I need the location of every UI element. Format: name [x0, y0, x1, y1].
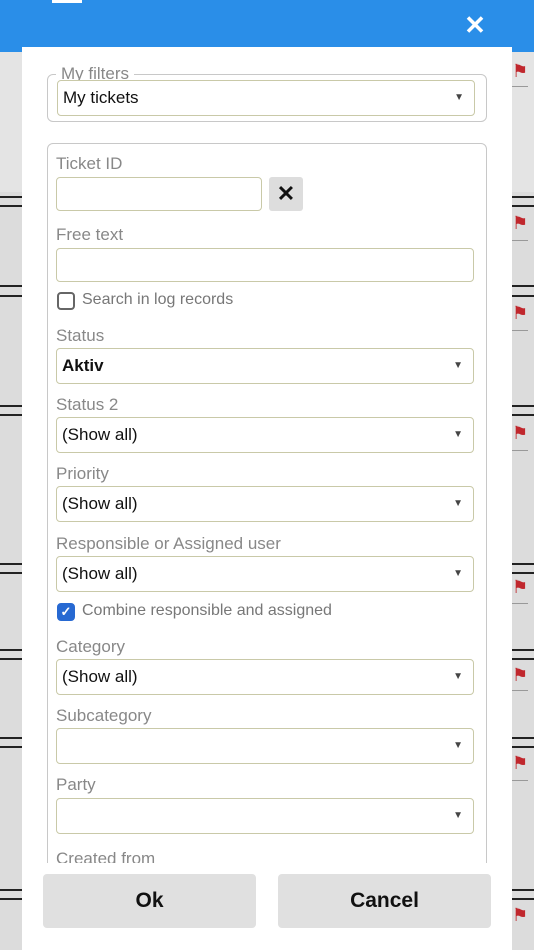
combine-checkbox[interactable]: ✓	[57, 603, 75, 621]
close-icon[interactable]: ✕	[460, 10, 490, 40]
status2-label: Status 2	[56, 395, 119, 414]
flag-icon: ⚑	[512, 423, 529, 443]
dialog-footer: Ok Cancel	[22, 863, 512, 950]
my-filters-select[interactable]: My tickets ▼	[57, 80, 475, 116]
chevron-down-icon: ▼	[453, 568, 463, 579]
priority-select[interactable]: (Show all) ▼	[56, 486, 474, 522]
responsible-select[interactable]: (Show all) ▼	[56, 556, 474, 592]
chevron-down-icon: ▼	[453, 671, 463, 682]
chevron-down-icon: ▼	[453, 429, 463, 440]
flag-icon: ⚑	[512, 905, 529, 925]
priority-value: (Show all)	[62, 494, 138, 513]
status-label: Status	[56, 326, 105, 345]
flag-icon: ⚑	[512, 665, 529, 685]
chevron-down-icon: ▼	[453, 740, 463, 751]
category-label: Category	[56, 637, 125, 656]
background-flag-underline	[512, 450, 528, 451]
dialog-header: ✕	[22, 4, 512, 47]
subcategory-label: Subcategory	[56, 706, 152, 725]
flag-icon: ⚑	[512, 61, 529, 81]
background-flag-underline	[512, 86, 528, 87]
chevron-down-icon: ▼	[453, 810, 463, 821]
flag-icon: ⚑	[512, 303, 529, 323]
my-filters-value: My tickets	[63, 88, 139, 107]
filter-dialog: ✕ My filters My tickets ▼ Ticket ID ✕ Fr…	[22, 4, 512, 950]
status-select[interactable]: Aktiv ▼	[56, 348, 474, 384]
flag-icon: ⚑	[512, 753, 529, 773]
combine-label: Combine responsible and assigned	[82, 602, 332, 619]
category-value: (Show all)	[62, 667, 138, 686]
ticket-id-label: Ticket ID	[56, 154, 123, 173]
responsible-label: Responsible or Assigned user	[56, 534, 281, 553]
party-select[interactable]: ▼	[56, 798, 474, 834]
subcategory-select[interactable]: ▼	[56, 728, 474, 764]
search-log-label: Search in log records	[82, 291, 234, 308]
cancel-button[interactable]: Cancel	[278, 874, 491, 928]
free-text-input[interactable]	[56, 248, 474, 282]
free-text-label: Free text	[56, 225, 124, 244]
party-label: Party	[56, 775, 96, 794]
background-flag-underline	[512, 330, 528, 331]
priority-label: Priority	[56, 464, 109, 483]
clear-ticket-id-button[interactable]: ✕	[269, 177, 303, 211]
status2-value: (Show all)	[62, 425, 138, 444]
search-log-checkbox[interactable]	[57, 292, 75, 310]
background-menu-icon	[52, 0, 82, 3]
responsible-value: (Show all)	[62, 564, 138, 583]
background-flag-underline	[512, 240, 528, 241]
my-filters-group: My filters My tickets ▼	[47, 64, 487, 122]
background-flag-underline	[512, 780, 528, 781]
chevron-down-icon: ▼	[453, 498, 463, 509]
category-select[interactable]: (Show all) ▼	[56, 659, 474, 695]
background-flag-underline	[512, 690, 528, 691]
flag-icon: ⚑	[512, 213, 529, 233]
chevron-down-icon: ▼	[453, 360, 463, 371]
status2-select[interactable]: (Show all) ▼	[56, 417, 474, 453]
background-flag-underline	[512, 603, 528, 604]
ok-button[interactable]: Ok	[43, 874, 256, 928]
flag-icon: ⚑	[512, 577, 529, 597]
ticket-id-input[interactable]	[56, 177, 262, 211]
filter-form[interactable]: My filters My tickets ▼ Ticket ID ✕ Free…	[22, 47, 512, 863]
status-value: Aktiv	[62, 356, 104, 375]
filter-criteria-group: Ticket ID ✕ Free text Search in log reco…	[47, 143, 487, 863]
created-from-label: Created from	[56, 849, 156, 863]
chevron-down-icon: ▼	[454, 92, 464, 103]
